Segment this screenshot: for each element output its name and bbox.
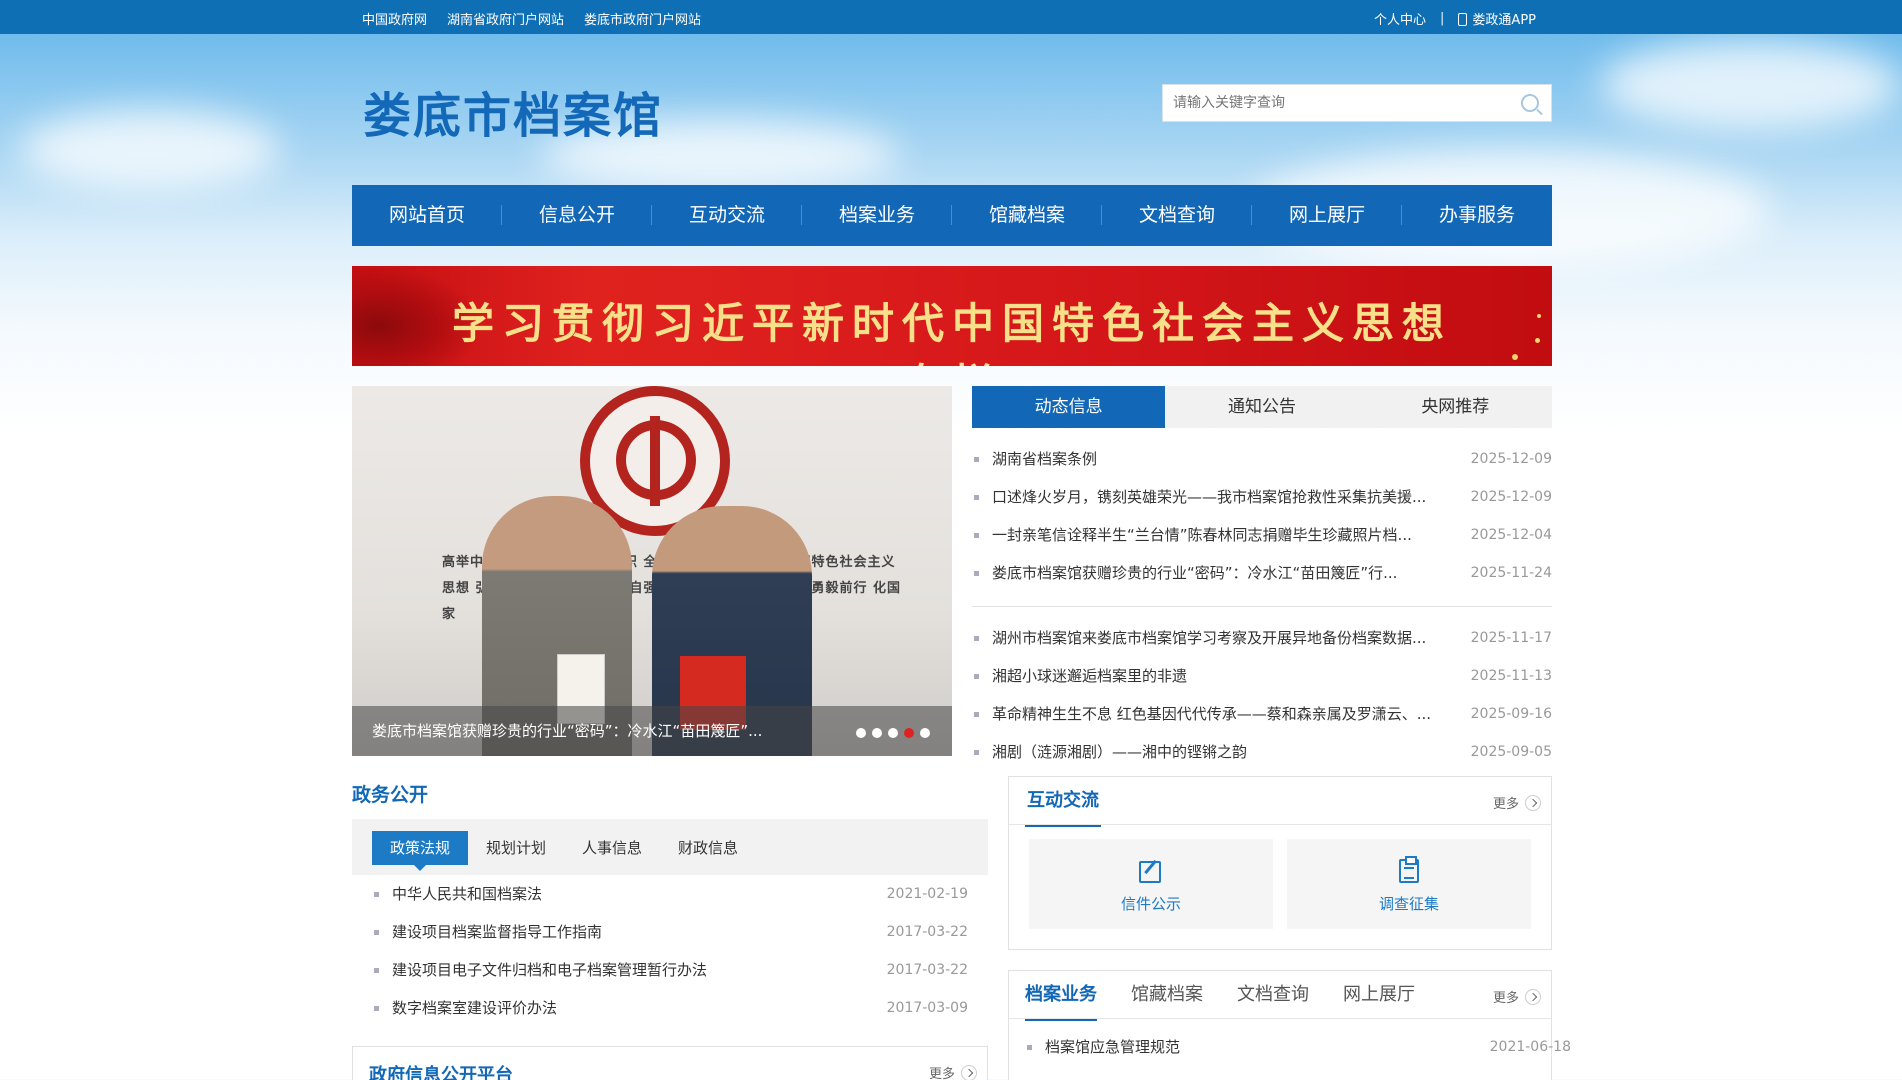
top-link-gov[interactable]: 中国政府网 [362,9,427,28]
nav-collections[interactable]: 馆藏档案 [952,185,1102,246]
photo-carousel[interactable]: 高举中国特色社会主义伟大旗帜 全面贯彻习近平新时代中国特色社会主义思想 弘扬伟大… [352,386,952,756]
top-link-loudi[interactable]: 娄底市政府门户网站 [584,9,701,28]
list-item[interactable]: 湘剧（涟源湘剧）——湘中的铿锵之韵 2025-09-05 [972,733,1552,771]
top-link-hunan[interactable]: 湖南省政府门户网站 [447,9,564,28]
archive-list: 档案馆应急管理规范 2021-06-18 [1025,1029,1571,1065]
edit-icon [1139,861,1161,883]
gov-info-platform: 政府信息公开平台 更多 [352,1046,988,1080]
seal-center-bar [650,416,660,506]
news-list-top: 湖南省档案条例 2025-12-09 口述烽火岁月，镌刻英雄荣光——我市档案馆抢救… [972,440,1552,592]
chevron-right-icon [1525,795,1541,811]
tab-notices[interactable]: 通知公告 [1165,386,1358,428]
carousel-dot[interactable] [888,728,898,738]
zhengwu-list: 中华人民共和国档案法 2021-02-19 建设项目档案监督指导工作指南 2017-… [372,875,968,1027]
tab-finance[interactable]: 财政信息 [660,831,756,865]
list-item[interactable]: 档案馆应急管理规范 2021-06-18 [1025,1029,1571,1065]
carousel-dot[interactable] [856,728,866,738]
banner-sparkle [1535,338,1540,343]
news-tabs: 动态信息 通知公告 央网推荐 [972,386,1552,428]
chevron-right-icon [1525,989,1541,1005]
theme-banner[interactable]: 学习贯彻习近平新时代中国特色社会主义思想专栏 [352,266,1552,366]
nav-online-exhibition[interactable]: 网上展厅 [1252,185,1402,246]
phone-icon [1458,13,1468,26]
list-item[interactable]: 口述烽火岁月，镌刻英雄荣光——我市档案馆抢救性采集抗美援... 2025-12-0… [972,478,1552,516]
zhengwu-tabs: 政策法规 规划计划 人事信息 财政信息 [372,831,988,871]
list-item[interactable]: 湖州市档案馆来娄底市档案馆学习考察及开展异地备份档案数据... 2025-11-1… [972,619,1552,657]
letters-label: 信件公示 [1120,895,1181,913]
carousel-dot[interactable] [920,728,930,738]
platform-title[interactable]: 政府信息公开平台 [369,1061,513,1080]
zhengwu-panel: 政策法规 规划计划 人事信息 财政信息 中华人民共和国档案法 2021-02-19… [352,819,988,1017]
list-item[interactable]: 建设项目电子文件归档和电子档案管理暂行办法 2017-03-22 [372,951,968,989]
list-item[interactable]: 湘超小球迷邂逅档案里的非遗 2025-11-13 [972,657,1552,695]
list-item[interactable]: 中华人民共和国档案法 2021-02-19 [372,875,968,913]
tab-online-exhibition[interactable]: 网上展厅 [1343,971,1415,1021]
top-separator: | [1440,11,1445,26]
list-item[interactable]: 数字档案室建设评价办法 2017-03-09 [372,989,968,1027]
survey-label: 调查征集 [1378,895,1439,913]
top-bar: 中国政府网 湖南省政府门户网站 娄底市政府门户网站 个人中心 | 娄政通APP [0,0,1902,34]
search-input[interactable] [1163,85,1503,121]
app-label: 娄政通APP [1472,13,1536,28]
list-item[interactable]: 革命精神生生不息 红色基因代代传承——蔡和森亲属及罗潇云、... 2025-09-… [972,695,1552,733]
banner-sparkle [1512,354,1518,360]
interaction-header: 互动交流 更多 [1009,777,1551,827]
clipboard-icon [1399,856,1419,883]
background-cloud [1600,40,1900,130]
list-item[interactable]: 娄底市档案馆获赠珍贵的行业“密码”：冷水江“苗田篾匠”行... 2025-11-2… [972,554,1552,592]
tab-personnel[interactable]: 人事信息 [564,831,660,865]
top-links: 中国政府网 湖南省政府门户网站 娄底市政府门户网站 [362,9,701,28]
tab-collections[interactable]: 馆藏档案 [1131,971,1203,1021]
tab-dynamic-info[interactable]: 动态信息 [972,386,1166,428]
chevron-right-icon [961,1065,977,1080]
nav-services[interactable]: 办事服务 [1402,185,1552,246]
carousel-dot-active[interactable] [904,728,914,738]
news-divider [972,606,1552,607]
archive-header: 档案业务 馆藏档案 文档查询 网上展厅 更多 [1009,971,1551,1021]
nav-info-public[interactable]: 信息公开 [502,185,652,246]
news-panel: 动态信息 通知公告 央网推荐 湖南省档案条例 2025-12-09 口述烽火岁月，… [972,386,1552,771]
tab-plans[interactable]: 规划计划 [468,831,564,865]
list-item[interactable]: 一封亲笔信诠释半生“兰台情”陈春林同志捐赠毕生珍藏照片档... 2025-12-0… [972,516,1552,554]
archive-panel: 档案业务 馆藏档案 文档查询 网上展厅 更多 档案馆应急管理规范 2021-06-… [1008,970,1571,1080]
list-item[interactable]: 建设项目档案监督指导工作指南 2017-03-22 [372,913,968,951]
survey-card[interactable]: 调查征集 [1287,839,1531,929]
interaction-panel: 互动交流 更多 信件公示 调查征集 [1008,776,1552,950]
tab-cctv-recommend[interactable]: 央网推荐 [1359,386,1552,428]
banner-sparkle [1537,314,1541,318]
platform-more-link[interactable]: 更多 [929,1063,977,1080]
tab-document-query[interactable]: 文档查询 [1237,971,1309,1021]
list-item[interactable]: 湖南省档案条例 2025-12-09 [972,440,1552,478]
app-link[interactable]: 娄政通APP [1458,9,1536,28]
carousel-dot[interactable] [872,728,882,738]
nav-home[interactable]: 网站首页 [352,185,502,246]
tab-policies[interactable]: 政策法规 [372,831,469,871]
interaction-title[interactable]: 互动交流 [1025,777,1101,827]
nav-archive-business[interactable]: 档案业务 [802,185,952,246]
zhengwu-title: 政务公开 [352,784,429,806]
tab-archive-business[interactable]: 档案业务 [1025,971,1097,1021]
carousel-dots [856,728,930,738]
nav-interaction[interactable]: 互动交流 [652,185,802,246]
search-icon[interactable] [1521,94,1539,112]
interaction-more-link[interactable]: 更多 [1493,793,1541,812]
site-title[interactable]: 娄底市档案馆 [363,76,663,146]
nav-document-query[interactable]: 文档查询 [1102,185,1252,246]
top-right: 个人中心 | 娄政通APP [1374,9,1536,28]
personal-center-link[interactable]: 个人中心 [1374,9,1426,28]
news-list-bottom: 湖州市档案馆来娄底市档案馆学习考察及开展异地备份档案数据... 2025-11-1… [972,619,1552,771]
archive-tabs: 档案业务 馆藏档案 文档查询 网上展厅 [1025,971,1415,1021]
background-cloud [20,110,280,190]
archive-more-link[interactable]: 更多 [1493,987,1541,1006]
search-box [1162,84,1552,122]
letters-card[interactable]: 信件公示 [1029,839,1273,929]
banner-text: 学习贯彻习近平新时代中国特色社会主义思想专栏 [451,299,1452,366]
main-nav: 网站首页 信息公开 互动交流 档案业务 馆藏档案 文档查询 网上展厅 办事服务 [352,185,1552,246]
